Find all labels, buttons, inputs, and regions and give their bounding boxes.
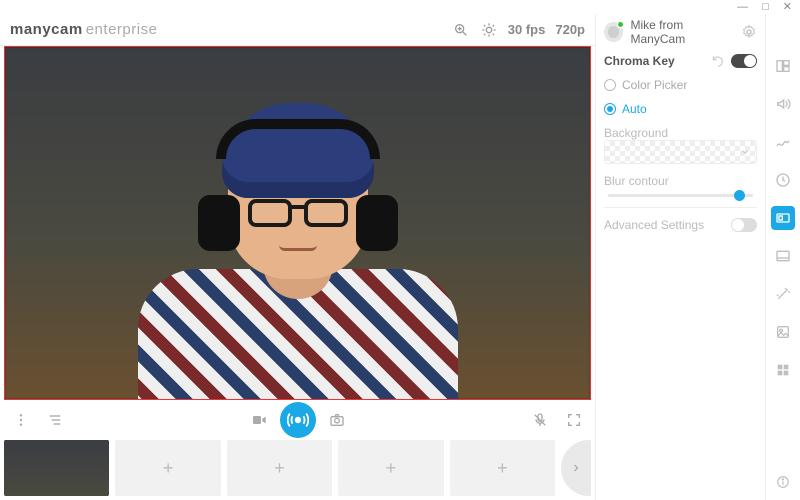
grid-tab-icon[interactable] (771, 358, 795, 382)
snapshot-icon[interactable] (324, 407, 350, 433)
radio-icon (604, 79, 616, 91)
preset-thumb-1[interactable] (4, 440, 109, 496)
top-bar: manycamenterprise 30 fps 720p (0, 14, 595, 46)
playlist-icon[interactable] (42, 407, 68, 433)
color-picker-label: Color Picker (622, 78, 687, 92)
mic-toggle-icon[interactable] (527, 407, 553, 433)
effects-panel: Mike from ManyCam Chroma Key Color Picke… (596, 14, 766, 500)
preset-thumb-2[interactable]: + (115, 440, 220, 496)
close-button[interactable]: ✕ (783, 2, 792, 13)
stream-button[interactable] (280, 402, 316, 438)
preset-thumb-4[interactable]: + (338, 440, 443, 496)
preset-thumb-3[interactable]: + (227, 440, 332, 496)
background-label: Background (604, 126, 757, 140)
mode-auto[interactable]: Auto (604, 102, 757, 116)
avatar[interactable] (604, 22, 623, 42)
audio-tab-icon[interactable] (771, 92, 795, 116)
preset-thumbnails: + + + + › (0, 440, 595, 500)
gear-icon[interactable] (741, 24, 757, 40)
brightness-icon[interactable] (480, 21, 498, 39)
chroma-tab-icon[interactable] (771, 206, 795, 230)
zoom-icon[interactable] (452, 21, 470, 39)
blur-label: Blur contour (604, 174, 757, 188)
auto-label: Auto (622, 102, 647, 116)
app-logo: manycamenterprise (10, 21, 157, 38)
reset-icon[interactable] (711, 54, 725, 68)
minimize-button[interactable]: — (737, 2, 748, 13)
resolution-indicator[interactable]: 720p (555, 22, 585, 37)
window-controls: — □ ✕ (0, 0, 800, 14)
lower-third-tab-icon[interactable] (771, 244, 795, 268)
mode-color-picker[interactable]: Color Picker (604, 78, 757, 92)
maximize-button[interactable]: □ (762, 2, 769, 13)
user-name: Mike from ManyCam (631, 18, 733, 46)
control-bar (0, 400, 595, 440)
presence-dot (617, 21, 624, 28)
presets-tab-icon[interactable] (771, 54, 795, 78)
right-sidebar (766, 14, 800, 500)
more-icon[interactable] (8, 407, 34, 433)
video-preview[interactable] (4, 46, 591, 400)
user-row: Mike from ManyCam (604, 20, 757, 44)
advanced-toggle[interactable] (731, 218, 757, 232)
advanced-settings-row[interactable]: Advanced Settings (604, 218, 757, 232)
overlay-tab-icon[interactable] (771, 320, 795, 344)
preset-thumb-5[interactable]: + (450, 440, 555, 496)
background-picker[interactable] (604, 140, 757, 164)
info-icon[interactable] (771, 470, 795, 494)
effects-tab-icon[interactable] (771, 282, 795, 306)
video-toggle-icon[interactable] (246, 407, 272, 433)
fullscreen-icon[interactable] (561, 407, 587, 433)
history-tab-icon[interactable] (771, 168, 795, 192)
fps-indicator[interactable]: 30 fps (508, 22, 546, 37)
blur-slider[interactable] (608, 194, 753, 197)
advanced-label: Advanced Settings (604, 218, 704, 232)
draw-tab-icon[interactable] (771, 130, 795, 154)
chroma-key-toggle[interactable] (731, 54, 757, 68)
preset-next-button[interactable]: › (561, 440, 591, 496)
panel-title: Chroma Key (604, 54, 675, 68)
radio-icon (604, 103, 616, 115)
chroma-key-header: Chroma Key (604, 54, 757, 68)
